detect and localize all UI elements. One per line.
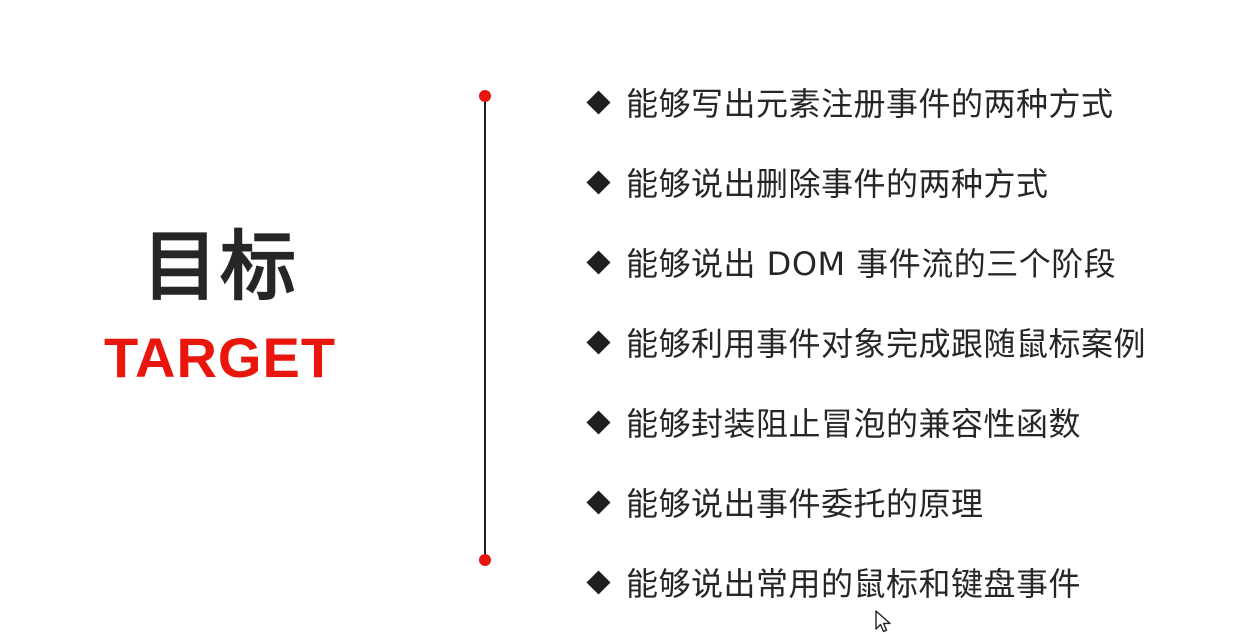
timeline-line xyxy=(484,96,486,560)
timeline-dot-bottom xyxy=(479,554,491,566)
goal-text: 能够利用事件对象完成跟随鼠标案例 xyxy=(626,325,1147,363)
goal-text: 能够说出事件委托的原理 xyxy=(626,485,984,523)
diamond-icon xyxy=(586,409,611,435)
diamond-icon xyxy=(586,89,611,115)
diamond-icon xyxy=(586,249,611,275)
timeline-dot-top xyxy=(479,90,491,102)
slide-title: 目标 xyxy=(142,222,298,311)
goal-text: 能够封装阻止冒泡的兼容性函数 xyxy=(626,405,1082,443)
slide-subtitle: TARGET xyxy=(103,326,337,389)
goal-text: 能够说出 DOM 事件流的三个阶段 xyxy=(626,245,1117,283)
goal-text: 能够说出常用的鼠标和键盘事件 xyxy=(626,565,1082,603)
goal-text: 能够写出元素注册事件的两种方式 xyxy=(626,85,1114,123)
goal-item: 能够说出事件委托的原理 xyxy=(586,462,1146,542)
goal-text: 能够说出删除事件的两种方式 xyxy=(626,165,1049,203)
goal-item: 能够说出常用的鼠标和键盘事件 xyxy=(586,542,1146,622)
mouse-pointer-icon xyxy=(875,610,891,633)
title-block: 目标 TARGET xyxy=(100,222,340,390)
diamond-icon xyxy=(586,169,611,195)
diamond-icon xyxy=(586,329,611,355)
goals-list: 能够写出元素注册事件的两种方式 能够说出删除事件的两种方式 能够说出 DOM 事… xyxy=(586,62,1146,622)
slide: 目标 TARGET 能够写出元素注册事件的两种方式 能够说出删除事件的两种方式 … xyxy=(0,0,1251,633)
goal-item: 能够说出 DOM 事件流的三个阶段 xyxy=(586,222,1146,302)
diamond-icon xyxy=(586,489,611,515)
goal-item: 能够说出删除事件的两种方式 xyxy=(586,142,1146,222)
goal-item: 能够封装阻止冒泡的兼容性函数 xyxy=(586,382,1146,462)
goal-item: 能够写出元素注册事件的两种方式 xyxy=(586,62,1146,142)
goal-item: 能够利用事件对象完成跟随鼠标案例 xyxy=(586,302,1146,382)
diamond-icon xyxy=(586,569,611,595)
